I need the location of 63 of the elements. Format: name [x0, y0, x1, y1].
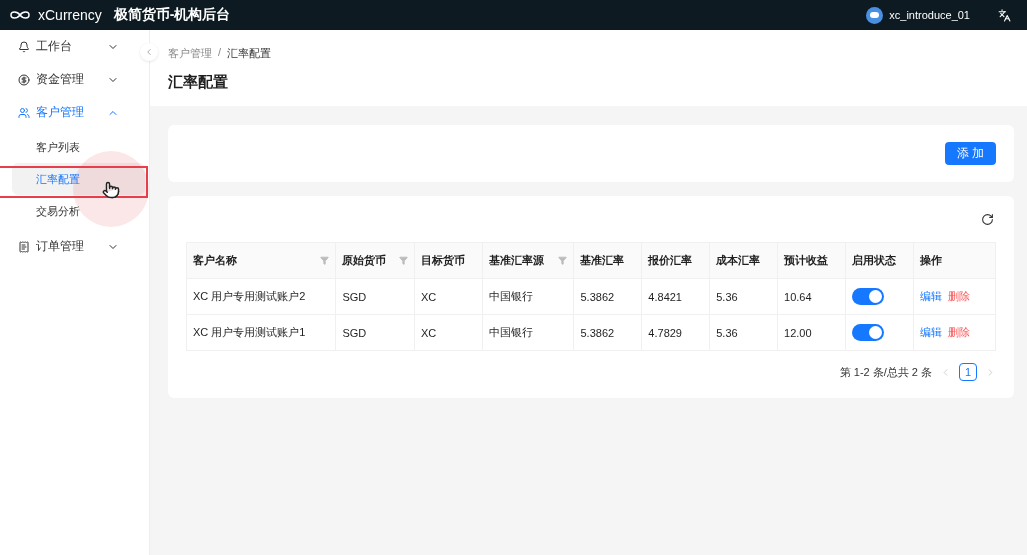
table-cell: 5.3862: [574, 278, 642, 315]
language-icon[interactable]: [998, 8, 1011, 22]
column-title: 原始货币: [342, 253, 387, 268]
status-switch[interactable]: [851, 324, 884, 341]
dollar-icon: [18, 73, 30, 86]
table-cell: XC: [414, 314, 483, 351]
filter-icon[interactable]: [398, 256, 408, 265]
table-cell: 10.64: [777, 278, 846, 315]
breadcrumb-item: 汇率配置: [227, 46, 272, 61]
logo-text: xCurrency: [38, 7, 102, 23]
column-title: 客户名称: [193, 253, 237, 268]
user-name[interactable]: xc_introduce_01: [889, 9, 970, 21]
edit-link[interactable]: 编辑: [919, 290, 942, 302]
edit-link[interactable]: 编辑: [919, 326, 942, 338]
page-button[interactable]: 1: [959, 363, 977, 381]
table-cell: 中国银行: [482, 314, 574, 351]
table-cell: 5.3862: [574, 314, 642, 351]
pagination-summary: 第 1-2 条/总共 2 条: [839, 364, 932, 380]
breadcrumb-separator: /: [218, 46, 222, 60]
table-cell: 4.7829: [641, 314, 710, 351]
column-title: 基准汇率源: [488, 253, 544, 268]
sidebar-item[interactable]: 资金管理: [0, 63, 137, 96]
table-cell: XC 用户专用测试账户2: [186, 278, 336, 315]
table-cell: XC: [414, 278, 483, 315]
collapse-button[interactable]: [140, 43, 158, 61]
table-cell: 12.00: [777, 314, 846, 351]
sidebar-item[interactable]: 订单管理: [0, 230, 137, 263]
column-title: 操作: [919, 253, 942, 268]
sidebar-subitem[interactable]: 交易分析: [12, 195, 145, 227]
table-cell: 5.36: [709, 314, 778, 351]
table-cell: 4.8421: [641, 278, 710, 315]
bell-icon: [18, 40, 30, 53]
logo-icon: [8, 9, 32, 21]
delete-link[interactable]: 删除: [947, 290, 970, 302]
column-title: 启用状态: [851, 253, 896, 268]
sidebar-subitem[interactable]: 汇率配置: [12, 163, 145, 195]
sidebar-item[interactable]: 客户管理: [0, 96, 137, 129]
app-title: 极简货币-机构后台: [113, 6, 231, 24]
column-title: 报价汇率: [648, 253, 693, 268]
users-icon: [18, 106, 30, 119]
column-title: 基准汇率: [580, 253, 625, 268]
table-cell: 中国银行: [482, 278, 574, 315]
delete-link[interactable]: 删除: [947, 326, 970, 338]
page-title: 汇率配置: [168, 73, 229, 92]
sidebar-subitem[interactable]: 客户列表: [12, 131, 145, 163]
hand-cursor-icon: [102, 181, 120, 201]
column-title: 预计收益: [784, 253, 829, 268]
chevron-left-icon: [144, 47, 154, 57]
table-cell: 5.36: [709, 278, 778, 315]
breadcrumb-item[interactable]: 客户管理: [168, 46, 212, 61]
table-cell: SGD: [335, 314, 415, 351]
sidebar-item[interactable]: 工作台: [0, 30, 137, 63]
column-title: 成本汇率: [716, 253, 761, 268]
filter-icon[interactable]: [320, 256, 330, 265]
receipt-icon: [18, 240, 30, 253]
refresh-icon[interactable]: [981, 213, 994, 226]
avatar-icon[interactable]: [866, 6, 884, 24]
status-switch[interactable]: [851, 288, 884, 305]
add-button[interactable]: 添 加: [944, 142, 996, 165]
filter-icon[interactable]: [558, 256, 568, 265]
table-cell: XC 用户专用测试账户1: [186, 314, 336, 351]
table-cell: SGD: [335, 278, 415, 315]
column-title: 目标货币: [420, 253, 465, 268]
